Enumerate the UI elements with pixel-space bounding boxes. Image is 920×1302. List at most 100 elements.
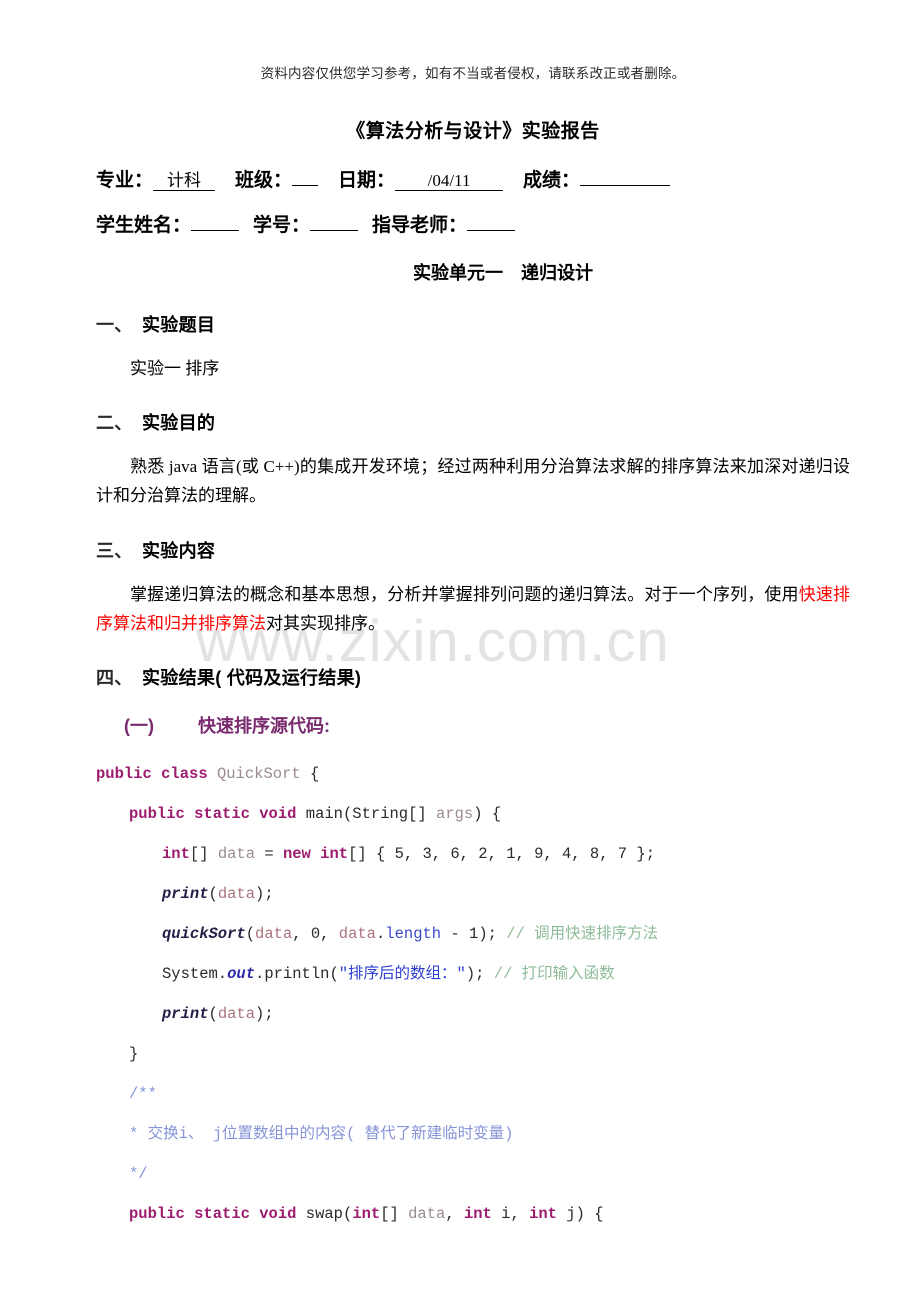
code-line-3: int[] data = new int[] { 5, 3, 6, 2, 1, … (96, 834, 850, 874)
section-title-2: 实验目的 (142, 413, 216, 434)
major-field: 专业： 计科 (96, 170, 216, 191)
keyword: static (194, 805, 250, 824)
closing-brace: } (129, 1045, 139, 1064)
code-line-2: public static void main(String[] args) { (96, 794, 850, 834)
brace: { (309, 765, 320, 784)
document-content: 资料内容仅供您学习参考，如有不当或者侵权，请联系改正或者删除。 《算法分析与设计… (0, 0, 920, 1234)
date-value[interactable]: /04/11 (395, 172, 504, 191)
method-call: quickSort (162, 925, 246, 944)
brackets: [] (189, 845, 218, 864)
section-heading-4: 四、 实验结果( 代码及运行结果) (96, 638, 850, 690)
section-number-3: 三、 (96, 540, 133, 561)
method-call: print (162, 1005, 209, 1024)
variable: data (338, 925, 376, 944)
section-title-3: 实验内容 (142, 540, 216, 561)
system-ref: System. (162, 965, 228, 984)
method-call: print (162, 885, 209, 904)
class-value[interactable] (292, 185, 319, 186)
code-line-5: quickSort(data, 0, data.length - 1); // … (96, 914, 850, 954)
method-name: main (305, 805, 343, 824)
keyword: static (194, 1205, 250, 1224)
teacher-field: 指导老师： (372, 215, 516, 236)
subsection-heading-quicksort: (一) 快速排序源代码: (96, 690, 850, 738)
code-line-6: System.out.println("排序后的数组："); // 打印输入函数 (96, 954, 850, 994)
keyword: class (161, 765, 208, 784)
parameter: args (436, 805, 474, 824)
statement-end: ); (255, 885, 274, 904)
subsection-title: 快速排序源代码: (198, 716, 330, 737)
parameter: j) { (556, 1205, 604, 1224)
major-label: 专业： (96, 170, 154, 191)
page-title: 《算法分析与设计》实验报告 (346, 121, 600, 142)
javadoc-open: /** (129, 1085, 157, 1104)
teacher-label: 指导老师： (372, 215, 468, 236)
brackets: [] (380, 1205, 409, 1224)
variable: data (217, 845, 256, 864)
unit-heading: 实验单元一 递归设计 (413, 263, 593, 283)
class-label: 班级： (235, 170, 293, 191)
section-body-3-part2: 对其实现排序。 (266, 613, 385, 633)
keyword: int (162, 845, 190, 864)
paren: ( (245, 925, 256, 944)
teacher-value[interactable] (467, 230, 516, 231)
major-value[interactable]: 计科 (153, 172, 216, 191)
statement-end: ); (255, 1005, 274, 1024)
student-id-label: 学号： (253, 215, 311, 236)
operator: = (255, 845, 283, 864)
section-number-4: 四、 (96, 668, 133, 689)
keyword: new (282, 845, 311, 864)
meta-line-second: 学生姓名： 学号： 指导老师： (96, 192, 850, 237)
keyword: public (129, 1205, 185, 1224)
date-field: 日期：/04/11 (338, 170, 504, 191)
section-body-3-part1: 掌握递归算法的概念和基本思想，分析并掌握排列问题的递归算法。对于一个序列，使用 (130, 584, 799, 604)
keyword: int (463, 1205, 492, 1224)
javadoc-body: * 交换i、 j位置数组中的内容( 替代了新建临时变量) (129, 1125, 514, 1144)
paren: ( (208, 885, 218, 904)
score-value[interactable] (580, 185, 671, 186)
keyword: public (129, 805, 185, 824)
score-label: 成绩： (523, 170, 581, 191)
variable: data (255, 925, 293, 944)
subsection-number: (一) (124, 716, 154, 737)
code-line-9: /** (96, 1074, 850, 1114)
section-number-2: 二、 (96, 413, 133, 434)
signature-close: ) { (473, 805, 502, 824)
out-field: out (227, 965, 256, 984)
paren: ( (208, 1005, 218, 1024)
arguments: , 0, (292, 925, 339, 944)
student-id-value[interactable] (310, 230, 359, 231)
variable: data (217, 1005, 256, 1024)
code-line-4: print(data); (96, 874, 850, 914)
code-line-8: } (96, 1034, 850, 1074)
field-access: length (385, 925, 442, 944)
string-literal: "排序后的数组：" (338, 965, 466, 984)
disclaimer-text: 资料内容仅供您学习参考，如有不当或者侵权，请联系改正或者删除。 (260, 66, 686, 81)
section-heading-3: 三、 实验内容 (96, 511, 850, 563)
keyword: int (529, 1205, 557, 1224)
inline-comment: // 打印输入函数 (493, 965, 615, 984)
class-name: QuickSort (216, 765, 301, 784)
paren: ( (343, 1205, 353, 1224)
dot: . (375, 925, 386, 944)
section-title-1: 实验题目 (142, 315, 216, 335)
inline-comment: // 调用快速排序方法 (506, 925, 659, 944)
section-heading-2: 二、 实验目的 (96, 383, 850, 435)
student-name-value[interactable] (191, 230, 240, 231)
class-field: 班级： (235, 170, 319, 191)
section-title-4: 实验结果( 代码及运行结果) (142, 668, 362, 689)
variable: data (217, 885, 256, 904)
student-name-label: 学生姓名： (96, 215, 192, 236)
section-heading-1: 一、 实验题目 (96, 285, 850, 337)
keyword: int (320, 845, 349, 864)
code-line-11: */ (96, 1154, 850, 1194)
keyword: public (96, 765, 152, 784)
code-line-10: * 交换i、 j位置数组中的内容( 替代了新建临时变量) (96, 1114, 850, 1154)
println-call: .println( (255, 965, 339, 984)
code-line-1: public class QuickSort { (96, 754, 850, 794)
code-block-quicksort: public class QuickSort { public static v… (96, 738, 850, 1234)
document-page: www.zixin.com.cn 资料内容仅供您学习参考，如有不当或者侵权，请联… (0, 0, 920, 1302)
section-body-3: 掌握递归算法的概念和基本思想，分析并掌握排列问题的递归算法。对于一个序列，使用快… (96, 563, 850, 638)
parameter: i, (491, 1205, 530, 1224)
date-label: 日期： (338, 170, 396, 191)
keyword: int (352, 1205, 381, 1224)
